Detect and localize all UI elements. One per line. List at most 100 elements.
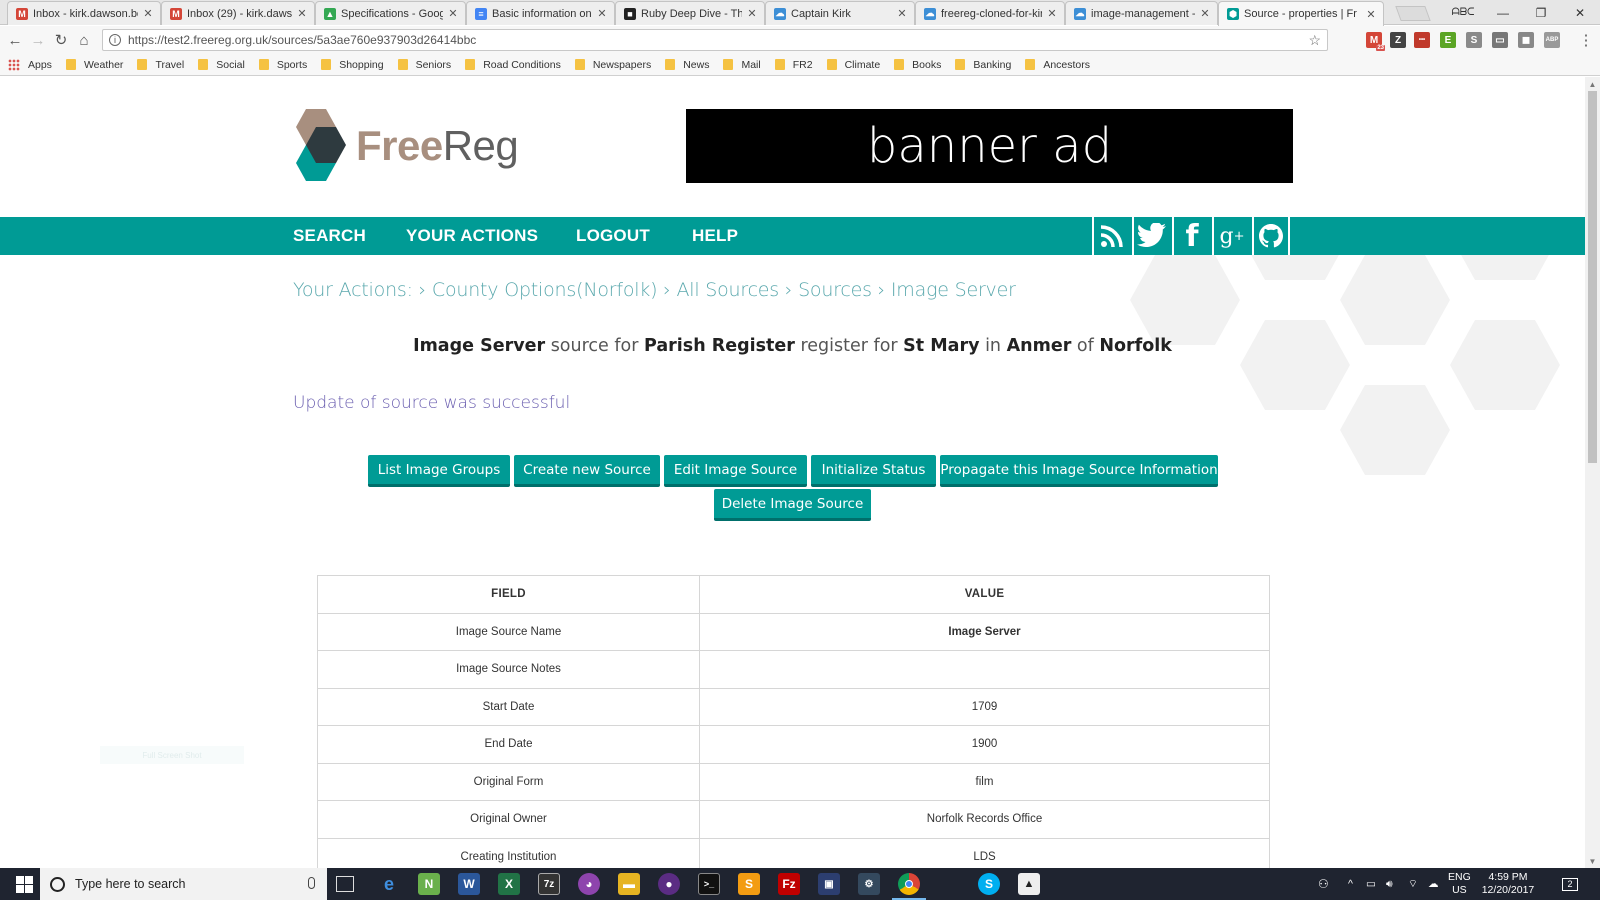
browser-tab[interactable]: M Inbox - kirk.dawson.bc ✕ <box>7 1 161 25</box>
virtual-machine-icon[interactable]: ▣ <box>818 873 840 895</box>
url-text[interactable]: https://test2.freereg.org.uk/sources/5a3… <box>128 33 476 47</box>
browser-tab[interactable]: M Inbox (29) - kirk.dawso ✕ <box>161 1 315 25</box>
bookmark-folder[interactable]: Shopping <box>321 59 384 71</box>
bookmark-folder[interactable]: News <box>665 59 709 71</box>
script-icon[interactable]: S <box>1466 32 1482 48</box>
action-center-icon[interactable]: 2 <box>1562 868 1578 900</box>
initialize-status-button[interactable]: Initialize Status <box>811 455 936 487</box>
reload-icon[interactable]: ↻ <box>51 30 71 50</box>
volume-icon[interactable]: 🔊︎ <box>1386 868 1393 900</box>
gmail-checker-icon[interactable]: M 23 <box>1366 32 1385 51</box>
photos-icon[interactable]: ▲ <box>1018 873 1040 895</box>
site-info-icon[interactable]: i <box>109 34 121 46</box>
twitter-icon[interactable] <box>1132 217 1170 255</box>
extension-icon[interactable]: ◼ <box>1518 32 1534 48</box>
battery-icon[interactable]: ▭ <box>1366 868 1376 900</box>
tab-label[interactable]: Source - properties | Fr <box>1244 8 1361 20</box>
sublime-text-icon[interactable]: S <box>738 873 760 895</box>
browser-tab[interactable]: ☁ Captain Kirk ✕ <box>765 1 915 25</box>
tab-close-icon[interactable]: ✕ <box>896 7 908 20</box>
windows-start-icon[interactable] <box>8 868 40 900</box>
chrome-taskbar-icon[interactable] <box>898 873 920 895</box>
edit-image-source-button[interactable]: Edit Image Source <box>664 455 807 487</box>
skype-icon[interactable]: S <box>978 873 1000 895</box>
page-scrollbar[interactable]: ▲ ▼ <box>1585 77 1600 868</box>
tab-label[interactable]: Inbox (29) - kirk.dawso <box>187 8 292 20</box>
tab-close-icon[interactable]: ✕ <box>142 7 154 20</box>
file-explorer-icon[interactable]: ▬ <box>618 873 640 895</box>
word-icon[interactable]: W <box>458 873 480 895</box>
nav-search[interactable]: SEARCH <box>293 217 366 255</box>
tray-overflow-icon[interactable]: ^ <box>1348 868 1353 900</box>
bookmark-apps[interactable]: Apps <box>8 58 52 71</box>
back-icon[interactable]: ← <box>5 30 25 50</box>
browser-tab[interactable]: ■ Ruby Deep Dive - The E ✕ <box>615 1 765 25</box>
cast-icon[interactable]: ▭ <box>1492 32 1508 48</box>
media-app-icon[interactable]: ● <box>658 873 680 895</box>
home-icon[interactable]: ⌂ <box>74 30 94 50</box>
evernote-icon[interactable]: E <box>1440 32 1456 48</box>
scroll-up-icon[interactable]: ▲ <box>1585 77 1600 91</box>
github-icon[interactable] <box>1252 217 1290 255</box>
zotero-icon[interactable]: Z <box>1390 32 1406 48</box>
onedrive-icon[interactable]: ☁ <box>1428 868 1439 900</box>
bookmark-folder[interactable]: Road Conditions <box>465 59 561 71</box>
nav-logout[interactable]: LOGOUT <box>576 217 650 255</box>
breadcrumb[interactable]: Your Actions: › County Options(Norfolk) … <box>293 279 1016 301</box>
scrollbar-thumb[interactable] <box>1588 91 1597 463</box>
tab-label[interactable]: Specifications - Google <box>341 8 443 20</box>
bookmark-folder[interactable]: Seniors <box>397 59 451 71</box>
tab-close-icon[interactable]: ✕ <box>746 7 758 20</box>
list-image-groups-button[interactable]: List Image Groups <box>368 455 510 487</box>
tab-label[interactable]: Captain Kirk <box>791 8 892 20</box>
tab-label[interactable]: Basic information on w <box>492 8 592 20</box>
excel-icon[interactable]: X <box>498 873 520 895</box>
bookmark-folder[interactable]: Travel <box>137 59 184 71</box>
bookmark-folder[interactable]: Sports <box>258 59 307 71</box>
scroll-down-icon[interactable]: ▼ <box>1585 854 1600 868</box>
address-bar[interactable]: i https://test2.freereg.org.uk/sources/5… <box>102 29 1328 51</box>
banner-ad[interactable]: banner ad <box>686 109 1293 183</box>
nav-help[interactable]: HELP <box>692 217 738 255</box>
tab-close-icon[interactable]: ✕ <box>1046 7 1058 20</box>
tab-label[interactable]: image-management - C <box>1091 8 1195 20</box>
bookmark-folder[interactable]: Banking <box>955 59 1011 71</box>
tab-close-icon[interactable]: ✕ <box>1199 7 1211 20</box>
bookmark-folder[interactable]: Books <box>894 59 941 71</box>
filezilla-icon[interactable]: Fz <box>778 873 800 895</box>
google-plus-icon[interactable]: g + <box>1212 217 1250 255</box>
forward-icon[interactable]: → <box>28 30 48 50</box>
edge-icon[interactable]: e <box>378 873 400 895</box>
tab-close-icon[interactable]: ✕ <box>296 7 308 20</box>
browser-tab[interactable]: ☁ freereg-cloned-for-kirk ✕ <box>915 1 1065 25</box>
bookmark-folder[interactable]: Ancestors <box>1025 59 1090 71</box>
delete-image-source-button[interactable]: Delete Image Source <box>714 489 871 521</box>
restore-icon[interactable]: ❐ <box>1526 0 1556 25</box>
freereg-logo[interactable]: FreeReg <box>292 109 519 183</box>
bookmark-folder[interactable]: Social <box>198 59 245 71</box>
lastpass-icon[interactable]: ••• <box>1414 32 1430 48</box>
browser-tab[interactable]: ☁ image-management - C ✕ <box>1065 1 1218 25</box>
tab-label[interactable]: freereg-cloned-for-kirk <box>941 8 1042 20</box>
tab-close-icon[interactable]: ✕ <box>447 7 459 20</box>
bookmark-star-icon[interactable]: ☆ <box>1308 32 1321 49</box>
bookmark-folder[interactable]: Newspapers <box>574 59 651 71</box>
propagate-image-source-button[interactable]: Propagate this Image Source Information <box>940 455 1218 487</box>
people-icon[interactable]: ⚇ <box>1318 868 1329 900</box>
bookmark-folder[interactable]: Climate <box>826 59 880 71</box>
rss-icon[interactable] <box>1092 217 1130 255</box>
notepadplusplus-icon[interactable]: N <box>418 873 440 895</box>
task-view-icon[interactable] <box>336 876 354 892</box>
taskbar-search-placeholder[interactable]: Type here to search <box>75 877 185 891</box>
bookmark-folder[interactable]: Weather <box>65 59 123 71</box>
adblock-icon[interactable]: ABP <box>1544 32 1560 48</box>
language-indicator[interactable]: ENG US <box>1448 868 1471 900</box>
nav-your-actions[interactable]: YOUR ACTIONS <box>406 217 538 255</box>
minimize-icon[interactable]: — <box>1488 0 1518 25</box>
wifi-icon[interactable]: ⌔ <box>1408 868 1418 900</box>
window-close-icon[interactable]: ✕ <box>1565 0 1595 25</box>
clock[interactable]: 4:59 PM 12/20/2017 <box>1478 868 1538 900</box>
taskbar-search[interactable]: Type here to search <box>40 868 327 900</box>
new-tab-button[interactable] <box>1395 6 1431 21</box>
bookmark-folder[interactable]: FR2 <box>774 59 813 71</box>
